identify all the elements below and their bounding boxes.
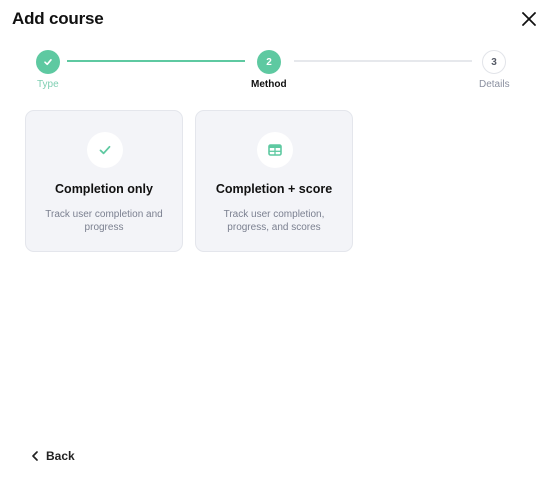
option-title: Completion + score — [215, 182, 333, 196]
option-card-completion-only[interactable]: Completion only Track user completion an… — [25, 110, 183, 252]
option-description: Track user completion, progress, and sco… — [223, 209, 325, 233]
back-label: Back — [46, 449, 75, 463]
step-3-label: Details — [479, 79, 510, 90]
option-title: Completion only — [55, 182, 153, 196]
back-button[interactable]: Back — [30, 446, 75, 466]
check-icon — [87, 132, 123, 168]
option-description: Track user completion and progress — [45, 209, 163, 233]
step-3-indicator: 3 — [482, 50, 506, 74]
check-icon — [44, 58, 52, 66]
step-1-indicator[interactable] — [36, 50, 60, 74]
step-2-indicator: 2 — [257, 50, 281, 74]
add-course-dialog: Add course Type 2 Method 3 Details Compl… — [0, 0, 550, 495]
progress-stepper: Type 2 Method 3 Details — [0, 0, 550, 100]
table-icon — [257, 132, 293, 168]
step-1-label[interactable]: Type — [37, 79, 59, 90]
step-2-label: Method — [251, 79, 287, 90]
option-card-completion-score[interactable]: Completion + score Track user completion… — [195, 110, 353, 252]
stepper-connector-completed — [67, 60, 245, 62]
chevron-left-icon — [32, 451, 38, 461]
stepper-connector-upcoming — [294, 60, 472, 62]
